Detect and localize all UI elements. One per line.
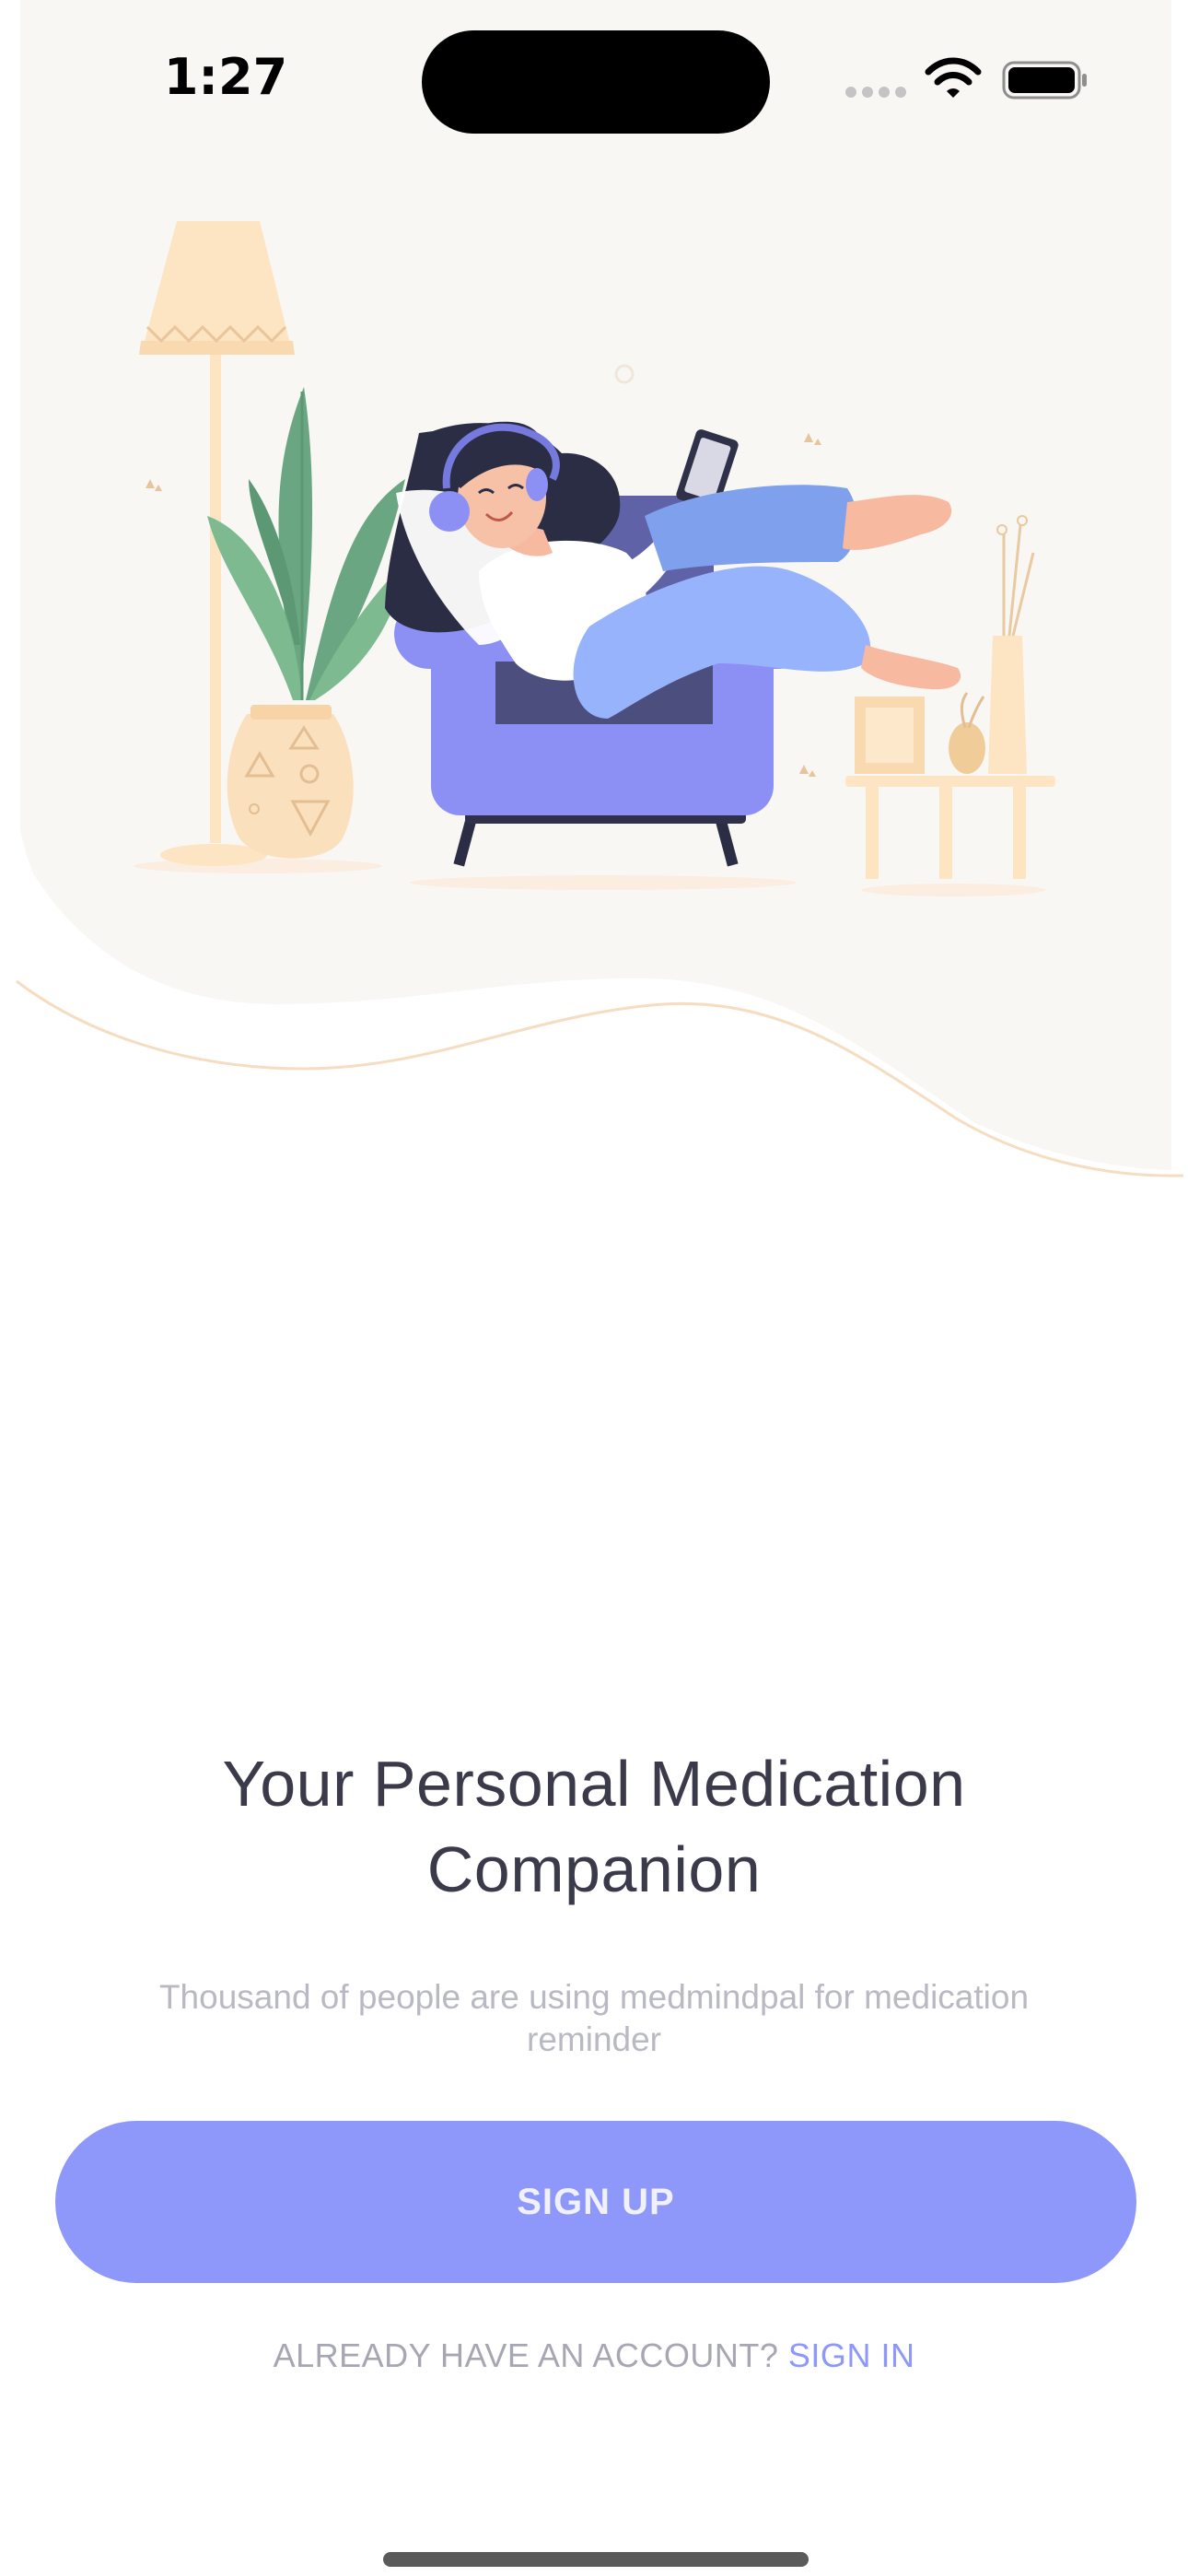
sign-in-prompt: ALREADY HAVE AN ACCOUNT? SIGN IN <box>87 2336 1101 2375</box>
subtitle: Thousand of people are using medmindpal … <box>158 1978 1030 2058</box>
status-time: 1:27 <box>163 48 288 106</box>
cellular-signal-icon <box>845 87 910 100</box>
wifi-icon <box>925 57 982 98</box>
dynamic-island <box>422 30 770 134</box>
battery-icon <box>1002 61 1087 100</box>
potted-plant-icon <box>207 387 405 859</box>
headline: Your Personal Medication Companion <box>222 1748 966 1905</box>
side-table-icon <box>845 515 1055 879</box>
account-prompt-text: ALREADY HAVE AN ACCOUNT? <box>273 2336 779 2374</box>
sign-up-button[interactable]: SIGN UP <box>55 2121 1136 2283</box>
woman-relaxing-illustration <box>134 221 1055 896</box>
status-bar: 1:27 <box>0 0 1188 147</box>
onboarding-screen: 1:27 Your Personal Medication Companion … <box>0 0 1188 2576</box>
home-indicator[interactable] <box>383 2552 809 2567</box>
sign-in-link[interactable]: SIGN IN <box>788 2336 915 2374</box>
hero-section <box>0 0 1188 1198</box>
